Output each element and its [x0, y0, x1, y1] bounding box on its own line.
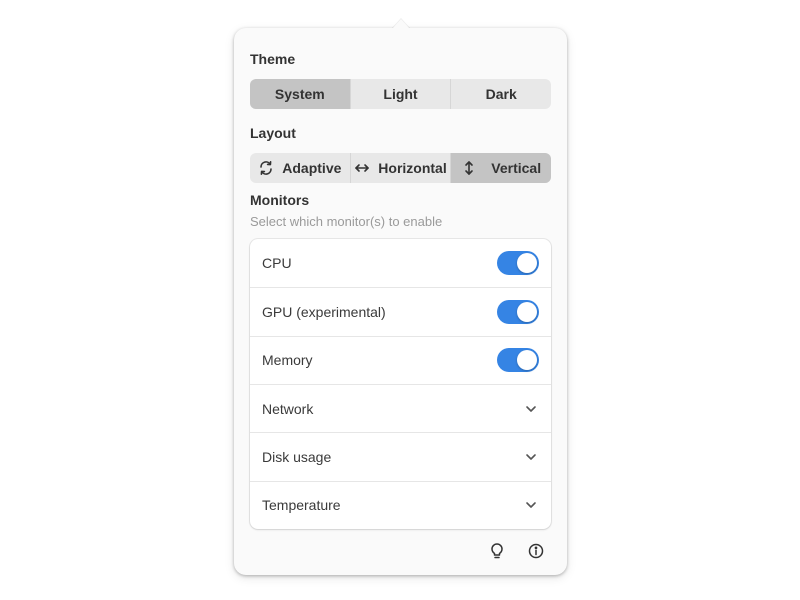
monitors-heading: Monitors	[250, 192, 310, 208]
list-item-network[interactable]: Network	[250, 383, 551, 432]
adaptive-icon	[258, 160, 274, 176]
theme-system-label: System	[274, 86, 325, 102]
monitors-list: CPU GPU (experimental) Memory Network Di…	[250, 239, 551, 529]
theme-dark-button[interactable]: Dark	[450, 79, 551, 109]
list-item-label: Disk usage	[262, 448, 332, 465]
layout-vertical-button[interactable]: Vertical	[450, 153, 551, 183]
chevron-down-icon[interactable]	[523, 401, 539, 417]
about-button[interactable]	[525, 542, 547, 564]
horizontal-arrows-icon	[354, 160, 370, 176]
layout-vertical-label: Vertical	[491, 160, 542, 176]
theme-system-button[interactable]: System	[250, 79, 350, 109]
theme-heading: Theme	[250, 51, 296, 67]
toggle-knob	[517, 301, 537, 322]
theme-light-button[interactable]: Light	[349, 79, 451, 109]
gpu-toggle[interactable]	[497, 299, 539, 324]
list-item-label: Temperature	[262, 497, 341, 514]
list-item-label: CPU	[262, 255, 292, 272]
theme-selector: System Light Dark	[250, 79, 551, 109]
layout-adaptive-button[interactable]: Adaptive	[250, 153, 350, 183]
layout-adaptive-label: Adaptive	[282, 160, 342, 176]
memory-toggle[interactable]	[497, 348, 539, 373]
chevron-down-icon[interactable]	[523, 497, 539, 513]
layout-horizontal-label: Horizontal	[378, 160, 447, 176]
preferences-popover: Theme System Light Dark Layout Adaptive	[234, 28, 567, 575]
popover-arrow	[392, 19, 410, 29]
list-item-label: GPU (experimental)	[262, 303, 386, 320]
list-item-label: Network	[262, 400, 314, 417]
theme-light-label: Light	[383, 86, 418, 102]
layout-horizontal-button[interactable]: Horizontal	[349, 153, 451, 183]
layout-heading: Layout	[250, 125, 296, 141]
cpu-toggle[interactable]	[497, 251, 539, 276]
tips-button[interactable]	[486, 542, 508, 564]
info-icon	[528, 543, 544, 564]
theme-dark-label: Dark	[485, 86, 517, 102]
chevron-down-icon[interactable]	[523, 449, 539, 465]
list-item-label: Memory	[262, 352, 313, 369]
lightbulb-icon	[490, 542, 504, 564]
list-item-cpu: CPU	[250, 239, 551, 287]
list-item-gpu: GPU (experimental)	[250, 287, 551, 335]
monitors-subtitle: Select which monitor(s) to enable	[250, 214, 443, 229]
layout-selector: Adaptive Horizontal Vertical	[250, 153, 551, 183]
list-item-memory: Memory	[250, 335, 551, 384]
toggle-knob	[517, 350, 537, 371]
list-item-temperature[interactable]: Temperature	[250, 480, 551, 529]
list-item-disk-usage[interactable]: Disk usage	[250, 432, 551, 480]
vertical-arrows-icon	[461, 160, 477, 176]
toggle-knob	[517, 253, 537, 274]
